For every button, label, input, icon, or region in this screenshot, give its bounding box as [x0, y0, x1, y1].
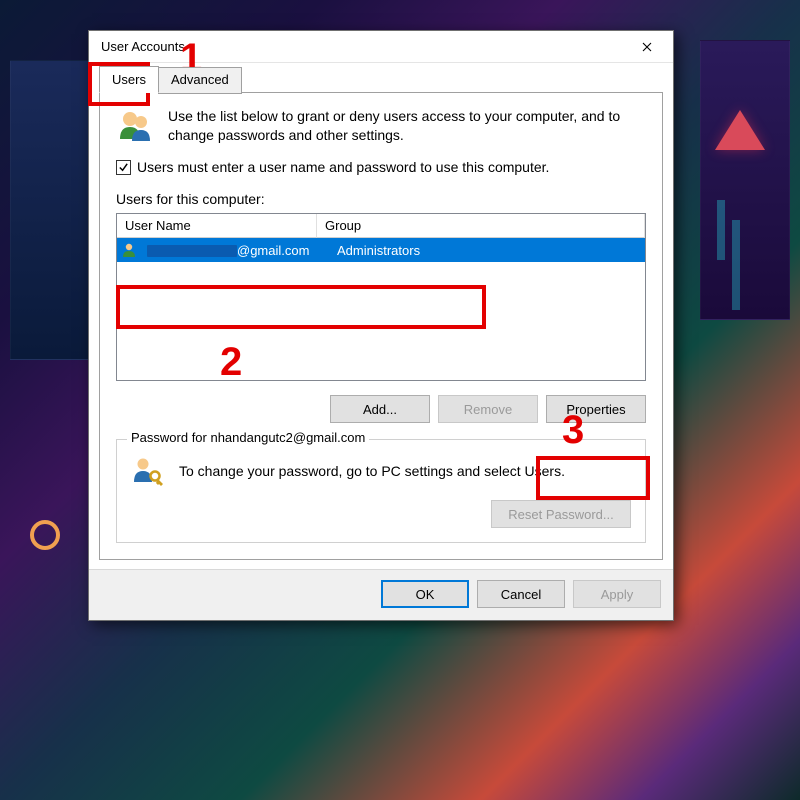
- checkbox-icon: [116, 160, 131, 175]
- users-group-icon: [116, 107, 154, 145]
- list-item[interactable]: @gmail.com Administrators: [117, 238, 645, 262]
- remove-button[interactable]: Remove: [438, 395, 538, 423]
- users-list-label: Users for this computer:: [116, 191, 646, 207]
- user-key-icon: [131, 454, 165, 488]
- reset-password-button[interactable]: Reset Password...: [491, 500, 631, 528]
- user-name-cell: @gmail.com: [139, 243, 329, 258]
- add-button[interactable]: Add...: [330, 395, 430, 423]
- user-group-cell: Administrators: [329, 243, 645, 258]
- ok-button[interactable]: OK: [381, 580, 469, 608]
- users-listview[interactable]: User Name Group @gmail.com Administrator…: [116, 213, 646, 381]
- tab-users[interactable]: Users: [99, 66, 159, 93]
- password-legend: Password for nhandangutc2@gmail.com: [127, 430, 369, 445]
- tab-advanced[interactable]: Advanced: [158, 67, 242, 94]
- column-group[interactable]: Group: [317, 214, 645, 238]
- require-password-checkbox[interactable]: Users must enter a user name and passwor…: [116, 159, 646, 175]
- tab-panel-users: Use the list below to grant or deny user…: [99, 92, 663, 560]
- checkbox-label: Users must enter a user name and passwor…: [137, 159, 549, 175]
- listview-header: User Name Group: [117, 214, 645, 238]
- window-title: User Accounts: [101, 39, 185, 54]
- titlebar: User Accounts: [89, 31, 673, 63]
- user-icon: [121, 242, 137, 258]
- password-groupbox: Password for nhandangutc2@gmail.com To c…: [116, 439, 646, 543]
- cancel-button[interactable]: Cancel: [477, 580, 565, 608]
- user-accounts-dialog: User Accounts Users Advanced Use the lis…: [88, 30, 674, 621]
- tabstrip: Users Advanced Use the list below to gra…: [89, 63, 673, 569]
- intro-text: Use the list below to grant or deny user…: [168, 107, 646, 145]
- properties-button[interactable]: Properties: [546, 395, 646, 423]
- apply-button[interactable]: Apply: [573, 580, 661, 608]
- close-button[interactable]: [627, 33, 667, 61]
- column-user-name[interactable]: User Name: [117, 214, 317, 238]
- password-text: To change your password, go to PC settin…: [179, 463, 565, 479]
- dialog-button-row: OK Cancel Apply: [89, 569, 673, 620]
- redacted-username: [147, 245, 237, 257]
